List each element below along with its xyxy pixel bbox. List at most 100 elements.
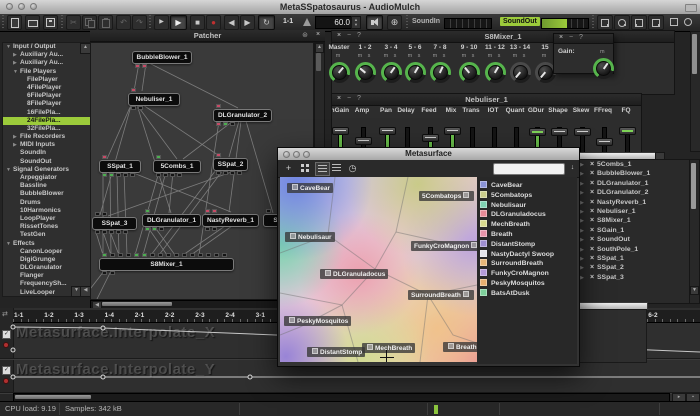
remove-icon[interactable]: × xyxy=(587,273,597,282)
collapse-icon[interactable]: ▼ xyxy=(6,43,13,51)
surface-cursor-icon[interactable] xyxy=(380,357,394,358)
node-input-port[interactable] xyxy=(102,155,107,159)
node-input-port[interactable] xyxy=(102,212,107,216)
snapshot-label[interactable]: MechBreath xyxy=(362,343,415,353)
node-input-port[interactable] xyxy=(131,88,136,92)
snapshot-list-item[interactable]: CaveBear xyxy=(477,181,577,191)
snapshot-label[interactable]: SurroundBreath xyxy=(408,290,474,300)
snapshot-list-item[interactable]: Breath xyxy=(477,230,577,240)
expand-icon[interactable]: ▶ xyxy=(13,51,20,59)
tree-item[interactable]: 10Harmonics xyxy=(3,207,91,215)
node-input-port[interactable] xyxy=(145,209,150,213)
network-sync-button[interactable]: ⊕ xyxy=(387,15,402,30)
node-output-port[interactable] xyxy=(138,106,143,110)
node-output-port[interactable] xyxy=(110,271,115,275)
remove-icon[interactable]: × xyxy=(587,188,597,197)
node-output-port[interactable] xyxy=(237,171,242,175)
remove-icon[interactable]: × xyxy=(587,245,597,254)
contraption-row[interactable]: ▶×SGain_1 xyxy=(577,226,689,235)
node-output-port[interactable] xyxy=(142,64,147,68)
expand-icon[interactable]: ▶ xyxy=(13,141,20,149)
tree-item[interactable]: 32FilePla... xyxy=(3,125,91,133)
help-button[interactable] xyxy=(681,15,695,28)
contraption-row[interactable]: ▶×SSpat_1 xyxy=(577,254,689,263)
mute-solo-labels[interactable]: m s xyxy=(352,53,378,59)
patch-node[interactable]: SSpat_2 xyxy=(213,158,248,171)
sidebar-scroll-down-icon[interactable]: ▼ xyxy=(690,286,699,295)
mute-solo-labels[interactable]: m s xyxy=(378,53,404,59)
node-output-port[interactable] xyxy=(102,230,107,234)
node-output-port[interactable] xyxy=(216,171,221,175)
snapshot-list-item[interactable]: PeskyMosquitos xyxy=(477,279,577,289)
remove-icon[interactable]: × xyxy=(587,235,597,244)
timer-button[interactable]: ◷ xyxy=(346,162,359,174)
gain-help-button[interactable]: ? xyxy=(577,34,585,41)
patcher-vscroll-thumb[interactable] xyxy=(316,53,321,71)
mute-solo-labels[interactable]: m s xyxy=(482,53,508,59)
mixer-knob[interactable] xyxy=(381,62,402,83)
patch-node[interactable]: NastyReverb_1 xyxy=(202,214,259,227)
tempo-spinner[interactable]: ▲▼ xyxy=(351,16,361,29)
tree-item[interactable]: Bassline xyxy=(3,182,91,190)
tree-item[interactable]: 6FilePlayer xyxy=(3,92,91,100)
snapshot-list-item[interactable]: MechBreath xyxy=(477,220,577,230)
snapshot-list-item[interactable]: FunkyCroMagnon xyxy=(477,269,577,279)
node-input-port[interactable] xyxy=(198,253,203,257)
contraption-row[interactable]: ▶×SouthPole_1 xyxy=(577,245,689,254)
node-input-port[interactable] xyxy=(174,253,179,257)
open-file-button[interactable] xyxy=(25,15,40,30)
mixer-knob[interactable] xyxy=(355,62,376,83)
node-input-port[interactable] xyxy=(142,253,147,257)
mute-solo-labels[interactable]: m xyxy=(326,53,352,59)
tree-item[interactable]: BubbleBlower xyxy=(3,190,91,198)
contraption-row[interactable]: ▶×Nebuliser_1 xyxy=(577,207,689,216)
snapshot-label[interactable]: DistantStomp xyxy=(307,347,365,357)
metasurface-minimize-button[interactable] xyxy=(293,151,300,158)
node-output-port[interactable] xyxy=(152,227,157,231)
node-input-port[interactable] xyxy=(150,253,155,257)
node-output-port[interactable] xyxy=(109,230,114,234)
node-input-port[interactable] xyxy=(126,253,131,257)
node-input-port[interactable] xyxy=(182,253,187,257)
node-input-port[interactable] xyxy=(134,253,139,257)
mixer-knob[interactable] xyxy=(459,62,480,83)
node-output-port[interactable] xyxy=(177,173,182,177)
contraption-row[interactable]: ▶×DLGranulator_1 xyxy=(577,179,689,188)
node-output-port[interactable] xyxy=(205,227,210,231)
node-output-port[interactable] xyxy=(102,271,107,275)
tree-item[interactable]: ▼Signal Generators xyxy=(3,166,91,174)
snapshot-list-item[interactable]: Nebulisaur xyxy=(477,201,577,211)
remove-icon[interactable]: × xyxy=(587,216,597,225)
mixer-knob[interactable] xyxy=(510,62,531,83)
patch-node[interactable]: SSpat_1 xyxy=(99,160,141,173)
tree-item[interactable]: 16FilePla... xyxy=(3,109,91,117)
collapse-icon[interactable]: ▼ xyxy=(6,166,13,174)
remove-icon[interactable]: × xyxy=(587,169,597,178)
remove-icon[interactable]: × xyxy=(587,198,597,207)
node-output-port[interactable] xyxy=(131,106,136,110)
toggle-automation-panel-button[interactable] xyxy=(614,15,630,30)
grid-view-button[interactable] xyxy=(298,162,311,174)
patch-node[interactable]: BubbleBlower_1 xyxy=(132,51,192,64)
stop-button[interactable]: ■ xyxy=(190,15,205,30)
remove-icon[interactable]: × xyxy=(587,254,597,263)
toggle-properties-button[interactable] xyxy=(648,15,664,30)
go-to-start-button[interactable]: ◀ xyxy=(224,15,239,30)
copy-button[interactable] xyxy=(82,15,97,30)
snapshot-list-item[interactable]: DistantStomp xyxy=(477,240,577,250)
loop-button[interactable]: ↻ xyxy=(258,15,275,30)
main-vertical-scrollbar[interactable] xyxy=(690,31,700,152)
node-output-port[interactable] xyxy=(116,173,121,177)
tree-item[interactable]: ▼Input / Output xyxy=(3,43,91,51)
mixer-knob[interactable] xyxy=(485,62,506,83)
patcher-close-button[interactable]: × xyxy=(314,31,322,38)
remove-icon[interactable]: × xyxy=(587,160,597,169)
node-output-port[interactable] xyxy=(145,227,150,231)
slider-handle[interactable] xyxy=(422,134,439,142)
node-input-port[interactable] xyxy=(212,209,217,213)
tree-item[interactable]: ▶Auxiliary Au... xyxy=(3,59,91,67)
tree-item[interactable]: ▶File Recorders xyxy=(3,133,91,141)
contraption-row[interactable]: ▶×SSpat_3 xyxy=(577,273,689,282)
main-vscroll-thumb[interactable] xyxy=(692,34,697,74)
node-input-port[interactable] xyxy=(166,253,171,257)
